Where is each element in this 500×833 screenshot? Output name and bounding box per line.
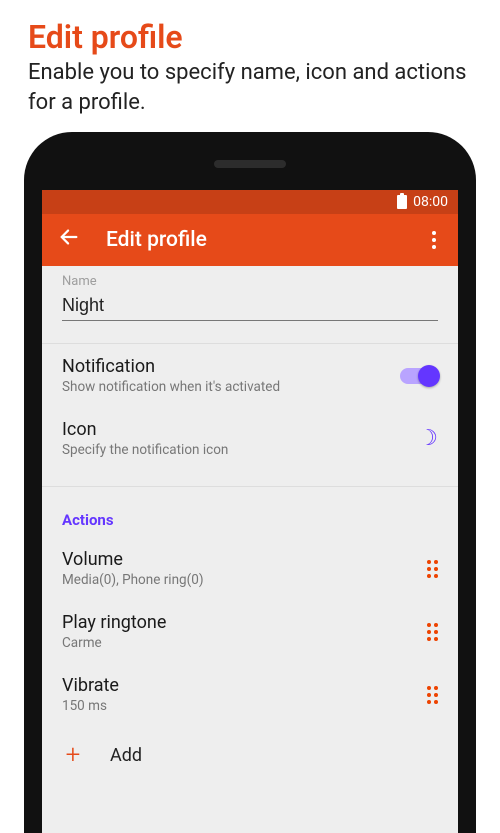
drag-handle-icon[interactable]: [427, 686, 438, 704]
back-button[interactable]: [56, 226, 82, 254]
promo-subtitle: Enable you to specify name, icon and act…: [0, 58, 500, 127]
action-row-vibrate[interactable]: Vibrate 150 ms: [42, 663, 458, 726]
action-title: Vibrate: [62, 675, 413, 696]
drag-handle-icon[interactable]: [427, 623, 438, 641]
drag-handle-icon[interactable]: [427, 560, 438, 578]
overflow-menu-button[interactable]: [424, 231, 444, 249]
status-bar: 08:00: [42, 190, 458, 214]
action-title: Volume: [62, 549, 413, 570]
plus-icon: +: [62, 740, 84, 770]
appbar-title: Edit profile: [106, 228, 424, 252]
actions-header: Actions: [42, 487, 458, 537]
add-action-button[interactable]: + Add: [42, 726, 458, 784]
back-arrow-icon: [58, 226, 80, 248]
action-subtitle: Carme: [62, 635, 413, 651]
icon-title: Icon: [62, 419, 404, 440]
icon-subtitle: Specify the notification icon: [62, 442, 404, 458]
content: Name Notification Show notification when…: [42, 266, 458, 833]
promo-title: Edit profile: [0, 0, 500, 58]
action-subtitle: 150 ms: [62, 698, 413, 714]
notification-subtitle: Show notification when it's activated: [62, 379, 386, 395]
phone-speaker: [214, 160, 286, 168]
action-row-volume[interactable]: Volume Media(0), Phone ring(0): [42, 537, 458, 600]
screen: 08:00 Edit profile Name Notification Sho…: [42, 190, 458, 833]
phone-frame: 08:00 Edit profile Name Notification Sho…: [24, 132, 476, 833]
battery-icon: [397, 195, 407, 209]
name-field-block: Name: [42, 266, 458, 327]
name-label: Name: [62, 274, 438, 289]
app-bar: Edit profile: [42, 214, 458, 266]
action-row-play-ringtone[interactable]: Play ringtone Carme: [42, 600, 458, 663]
notification-title: Notification: [62, 356, 386, 377]
moon-icon: ☽: [418, 426, 438, 451]
action-subtitle: Media(0), Phone ring(0): [62, 572, 413, 588]
action-title: Play ringtone: [62, 612, 413, 633]
profile-name-input[interactable]: [62, 289, 438, 321]
status-time: 08:00: [413, 194, 448, 210]
notification-switch[interactable]: [400, 368, 438, 384]
notification-row[interactable]: Notification Show notification when it's…: [42, 344, 458, 407]
icon-row[interactable]: Icon Specify the notification icon ☽: [42, 407, 458, 470]
add-label: Add: [110, 745, 142, 766]
